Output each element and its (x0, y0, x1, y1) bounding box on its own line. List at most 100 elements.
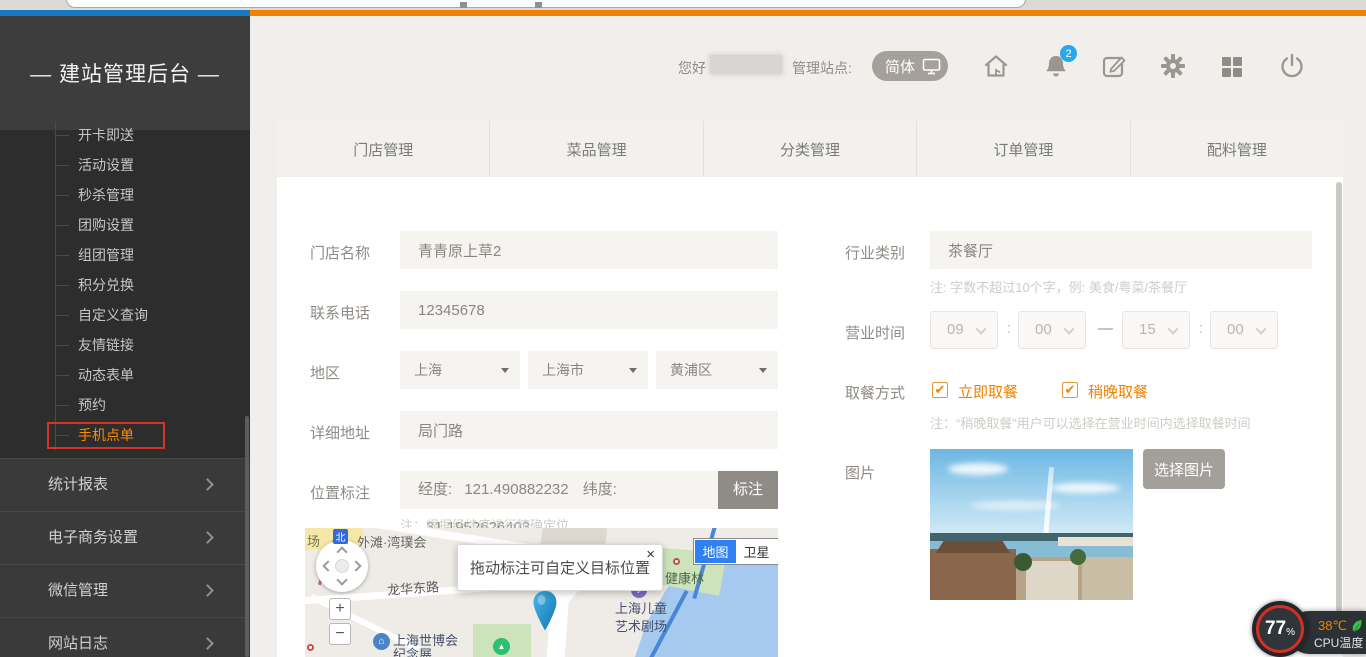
photo-tree (1070, 549, 1086, 565)
photo-cloud (1050, 483, 1120, 493)
store-name-label: 门店名称 (310, 242, 370, 263)
notification-badge: 2 (1060, 45, 1077, 62)
pan-up-icon[interactable] (336, 546, 347, 557)
sidebar-section-statistics[interactable]: 统计报表 (0, 458, 250, 511)
manage-site-label: 管理站点: (792, 58, 852, 78)
industry-input[interactable] (930, 231, 1312, 269)
sidebar-item-links[interactable]: 友情链接 (0, 330, 250, 360)
sidebar-section-ecommerce[interactable]: 电子商务设置 (0, 511, 250, 564)
end-hour-select[interactable]: 15 (1122, 311, 1190, 349)
pickup-now-label[interactable]: 立即取餐 (958, 381, 1018, 402)
map-label-child-1: 上海儿童 (615, 598, 667, 617)
location-label: 位置标注 (310, 482, 370, 503)
coordinates-box[interactable]: 经度: 121.490882232 纬度: 31.1952626403 (400, 471, 718, 509)
dropdown-arrow-icon (759, 368, 767, 373)
phone-label: 联系电话 (310, 302, 370, 323)
latitude-label: 纬度: (583, 481, 617, 498)
accent-bar-right (250, 10, 1366, 16)
cpu-usage-gauge[interactable]: 77 % (1252, 601, 1308, 657)
city-select[interactable]: 上海市 (528, 351, 648, 389)
settings-gear-icon[interactable] (1159, 52, 1187, 80)
sidebar-item-groupbuy[interactable]: 团购设置 (0, 210, 250, 240)
province-select[interactable]: 上海 (400, 351, 520, 389)
cpu-temperature: 38℃ (1318, 618, 1347, 634)
photo-building (1082, 557, 1133, 600)
edit-compose-icon[interactable] (1100, 52, 1128, 80)
pickup-later-checkbox[interactable]: ✔ (1062, 382, 1078, 398)
sidebar-item-activity[interactable]: 活动设置 (0, 150, 250, 180)
phone-input[interactable] (400, 291, 778, 329)
sidebar-scrollbar[interactable] (245, 416, 249, 657)
content-scrollbar[interactable] (1336, 182, 1342, 612)
sidebar-item-custom-query[interactable]: 自定义查询 (0, 300, 250, 330)
browser-address-bar[interactable] (66, 0, 1026, 8)
tab-category-manage[interactable]: 分类管理 (703, 121, 916, 177)
tab-order-manage[interactable]: 订单管理 (916, 121, 1129, 177)
district-select[interactable]: 黄浦区 (656, 351, 778, 389)
cpu-widget-label: CPU温度 (1314, 634, 1363, 651)
start-hour-select[interactable]: 09 (930, 311, 998, 349)
tab-dish-manage[interactable]: 菜品管理 (489, 121, 702, 177)
browser-icon (460, 2, 467, 8)
power-logout-icon[interactable] (1278, 52, 1306, 80)
sidebar-item-group-manage[interactable]: 组团管理 (0, 240, 250, 270)
industry-label: 行业类别 (845, 242, 905, 263)
map-pan-control[interactable] (316, 540, 368, 592)
sidebar-section-wechat[interactable]: 微信管理 (0, 564, 250, 617)
sidebar-item-card-gift[interactable]: 开卡即送 (0, 120, 250, 150)
sidebar-item-seckill[interactable]: 秒杀管理 (0, 180, 250, 210)
highlight-annotation-box (47, 422, 165, 449)
pan-left-icon[interactable] (322, 560, 333, 571)
greeting-text: 您好 (678, 58, 706, 78)
pickup-note: 注：“稍晚取餐”用户可以选择在营业时间内选择取餐时间 (930, 413, 1251, 432)
province-value: 上海 (414, 362, 442, 378)
redacted-username (710, 55, 782, 74)
satellite-view-button[interactable]: 卫星 (736, 540, 777, 563)
chevron-right-icon (201, 531, 214, 544)
store-name-input[interactable] (400, 231, 778, 269)
photo-building (1026, 561, 1078, 600)
museum-poi-icon: ⌂ (373, 633, 390, 650)
map-view-button[interactable]: 地图 (695, 540, 736, 563)
poi-dot (673, 558, 680, 565)
start-minute-select[interactable]: 00 (1018, 311, 1086, 349)
time-colon: : (1007, 320, 1011, 337)
apps-grid-icon[interactable] (1218, 52, 1246, 80)
end-minute-select[interactable]: 00 (1210, 311, 1278, 349)
section-label: 统计报表 (48, 476, 108, 493)
tooltip-close-icon[interactable]: × (646, 546, 655, 563)
chevron-right-icon (201, 584, 214, 597)
tab-ingredient-manage[interactable]: 配料管理 (1130, 121, 1343, 177)
section-label: 电子商务设置 (48, 529, 138, 546)
region-label: 地区 (310, 362, 340, 383)
sidebar-section-site-log[interactable]: 网站日志 (0, 617, 250, 657)
sidebar-item-dynamic-form[interactable]: 动态表单 (0, 360, 250, 390)
home-icon[interactable] (982, 52, 1010, 80)
photo-sky (930, 449, 1133, 541)
address-input[interactable] (400, 411, 778, 449)
section-label: 网站日志 (48, 635, 108, 652)
map-label-expo-2: 纪念展 (393, 644, 432, 657)
map-zoom-out-button[interactable]: − (329, 623, 351, 645)
image-label: 图片 (845, 462, 875, 483)
sidebar-item-points[interactable]: 积分兑换 (0, 270, 250, 300)
pan-right-icon[interactable] (350, 560, 361, 571)
map-canvas[interactable]: 场 外滩·湾璞会 龙华东路 健康林 上海儿童 艺术剧场 上海世博会 纪念展 ♪ … (305, 528, 778, 657)
browser-toolbar-edge (0, 0, 1366, 10)
photo-cloud (948, 463, 1008, 475)
chevron-down-icon (1255, 323, 1266, 334)
map-zoom-in-button[interactable]: + (329, 598, 351, 620)
map-pin-icon[interactable] (532, 590, 558, 632)
tab-store-manage[interactable]: 门店管理 (277, 121, 489, 177)
chevron-right-icon (201, 637, 214, 650)
pan-down-icon[interactable] (336, 574, 347, 585)
pickup-now-checkbox[interactable]: ✔ (932, 382, 948, 398)
mark-location-button[interactable]: 标注 (718, 471, 778, 509)
choose-image-button[interactable]: 选择图片 (1143, 449, 1225, 489)
photo-building (930, 549, 1016, 600)
sidebar-item-booking[interactable]: 预约 (0, 390, 250, 420)
hours-label: 营业时间 (845, 322, 905, 343)
leaf-icon (1351, 619, 1363, 633)
language-switch-button[interactable]: 简体 (872, 51, 948, 81)
pickup-later-label[interactable]: 稍晚取餐 (1088, 381, 1148, 402)
